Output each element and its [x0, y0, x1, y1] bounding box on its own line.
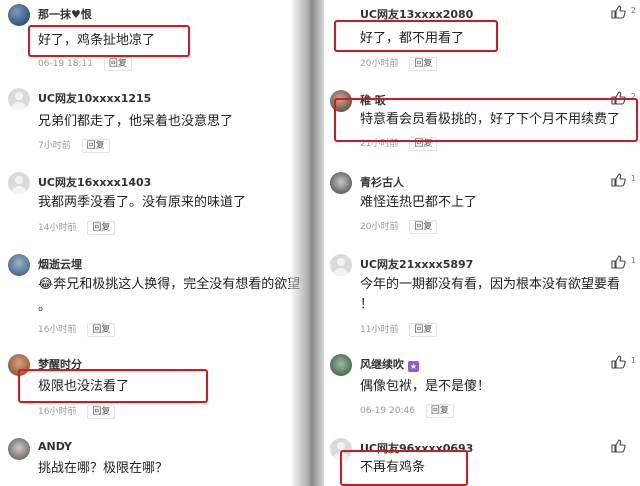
comment-item: UC网友16xxxx1403 我都两季没看了。没有原来的味道了 14小时前 回复 — [0, 168, 312, 235]
comment-text: 不再有鸡条 — [360, 460, 426, 475]
default-avatar-icon[interactable] — [330, 438, 352, 460]
comment-username[interactable]: 烟逝云埋 — [38, 256, 82, 272]
user-avatar[interactable] — [330, 90, 352, 112]
thumbs-up-icon[interactable] — [610, 172, 626, 188]
comment-meta: 20小时前 回复 — [360, 56, 438, 71]
comment-item: 那一抹♥恨 好了，鸡条扯地凉了 06-19 18:11 回复 — [0, 0, 312, 71]
thumbs-up-icon[interactable] — [610, 90, 626, 106]
comment-timestamp: 20小时前 — [360, 222, 399, 232]
comment-text-continued: 。 — [38, 299, 52, 314]
comment-text-continued: ！ — [360, 297, 374, 312]
comment-text: 我都两季没看了。没有原来的味道了 — [38, 195, 247, 210]
comment-item: 稚 昄 特意看会员看极挑的，好了下个月不用续费了 21小时前 回复 2 — [324, 86, 640, 151]
vip-badge-icon: ★ — [408, 361, 419, 372]
like-count: 2 — [630, 92, 636, 101]
comment-text: 好了，鸡条扯地凉了 — [38, 33, 156, 48]
comment-username-text: 风继续吹 — [360, 358, 404, 371]
comment-timestamp: 06-19 20:46 — [360, 406, 415, 416]
comment-meta: 06-19 20:46 回复 — [360, 404, 454, 418]
thumbs-up-icon[interactable] — [610, 354, 626, 370]
user-avatar[interactable] — [8, 354, 30, 376]
reply-button[interactable]: 回复 — [409, 57, 438, 71]
comment-text: 难怪连热巴都不上了 — [360, 195, 478, 210]
reply-button[interactable]: 回复 — [409, 137, 438, 151]
comment-username[interactable]: UC网友13xxxx2080 — [360, 6, 473, 22]
comment-item: 风继续吹 ★ 偶像包袱，是不是傻！ 06-19 20:46 回复 1 — [324, 350, 640, 418]
comment-panel-left: 那一抹♥恨 好了，鸡条扯地凉了 06-19 18:11 回复 UC网友10xxx… — [0, 0, 312, 486]
comment-username[interactable]: 稚 昄 — [360, 92, 386, 108]
like-count: 1 — [630, 256, 636, 265]
reply-button[interactable]: 回复 — [87, 323, 116, 337]
comment-meta: 21小时前 回复 — [360, 136, 438, 151]
reply-button[interactable]: 回复 — [87, 221, 116, 235]
comment-timestamp: 21小时前 — [360, 139, 399, 149]
comment-timestamp: 20小时前 — [360, 59, 399, 69]
default-avatar-icon[interactable] — [330, 254, 352, 276]
comment-text: 兄弟们都走了，他呆着也没意思了 — [38, 114, 234, 129]
comment-text: 挑战在哪？极限在哪？ — [38, 461, 169, 476]
comment-text: 偶像包袱，是不是傻！ — [360, 379, 491, 394]
comment-username[interactable]: UC网友96xxxx0693 — [360, 440, 473, 456]
comment-meta: 20小时前 回复 — [360, 219, 438, 234]
thumbs-up-icon[interactable] — [610, 4, 626, 20]
comment-text: 特意看会员看极挑的，好了下个月不用续费了 — [360, 112, 621, 127]
default-avatar-icon[interactable] — [8, 88, 30, 110]
comment-username[interactable]: UC网友16xxxx1403 — [38, 174, 151, 190]
reply-button[interactable]: 回复 — [409, 220, 438, 234]
user-avatar[interactable] — [8, 4, 30, 26]
comment-username[interactable]: 那一抹♥恨 — [38, 6, 92, 22]
comment-username[interactable]: ANDY — [38, 440, 72, 453]
comment-username[interactable]: 梦醒时分 — [38, 356, 82, 372]
comment-timestamp: 11小时前 — [360, 325, 399, 335]
comment-username[interactable]: 青衫古人 — [360, 174, 404, 190]
comment-timestamp: 14小时前 — [38, 223, 77, 233]
comment-timestamp: 16小时前 — [38, 407, 77, 417]
comment-text: 好了，都不用看了 — [360, 31, 465, 46]
comment-meta: 14小时前 回复 — [38, 220, 116, 235]
default-avatar-icon[interactable] — [8, 172, 30, 194]
comment-timestamp: 7小时前 — [38, 141, 71, 151]
reply-button[interactable]: 回复 — [425, 404, 454, 418]
reply-button[interactable]: 回复 — [81, 139, 110, 153]
comment-username[interactable]: UC网友21xxxx5897 — [360, 256, 473, 272]
comment-timestamp: 16小时前 — [38, 325, 77, 335]
comment-item: UC网友10xxxx1215 兄弟们都走了，他呆着也没意思了 7小时前 回复 — [0, 84, 312, 153]
comment-item: 烟逝云埋 😂奔兄和极挑这人换得，完全没有想看的欲望 。 16小时前 回复 — [0, 250, 312, 337]
user-avatar[interactable] — [330, 354, 352, 376]
comment-item: 青衫古人 难怪连热巴都不上了 20小时前 回复 1 — [324, 168, 640, 234]
user-avatar[interactable] — [8, 438, 30, 460]
comment-username[interactable]: 风继续吹 ★ — [360, 356, 419, 372]
comment-meta: 06-19 18:11 回复 — [38, 57, 132, 71]
comment-meta: 11小时前 回复 — [360, 322, 438, 337]
comment-meta: 7小时前 回复 — [38, 138, 110, 153]
comment-item: ANDY 挑战在哪？极限在哪？ — [0, 434, 312, 476]
reply-button[interactable]: 回复 — [87, 405, 116, 419]
user-avatar[interactable] — [8, 254, 30, 276]
comment-item: UC网友96xxxx0693 不再有鸡条 — [324, 434, 640, 475]
reply-button[interactable]: 回复 — [103, 57, 132, 71]
comment-timestamp: 06-19 18:11 — [38, 59, 93, 69]
thumbs-up-icon[interactable] — [610, 438, 626, 454]
comment-text: 😂奔兄和极挑这人换得，完全没有想看的欲望 — [38, 277, 301, 292]
comment-panel-right: UC网友13xxxx2080 好了，都不用看了 20小时前 回复 2 稚 昄 特… — [324, 0, 640, 486]
thumbs-up-icon[interactable] — [610, 254, 626, 270]
like-count: 1 — [630, 356, 636, 365]
comment-item: UC网友13xxxx2080 好了，都不用看了 20小时前 回复 2 — [324, 0, 640, 71]
comment-text: 极限也没法看了 — [38, 379, 130, 394]
comment-item: 梦醒时分 极限也没法看了 16小时前 回复 — [0, 350, 312, 419]
comment-item: UC网友21xxxx5897 今年的一期都没有看，因为根本没有欲望要看 ！ 11… — [324, 250, 640, 337]
like-count: 1 — [630, 174, 636, 183]
comment-meta: 16小时前 回复 — [38, 322, 116, 337]
like-count: 2 — [630, 6, 636, 15]
comment-text: 今年的一期都没有看，因为根本没有欲望要看 — [360, 277, 621, 292]
comment-username[interactable]: UC网友10xxxx1215 — [38, 90, 151, 106]
comment-meta: 16小时前 回复 — [38, 404, 116, 419]
reply-button[interactable]: 回复 — [409, 323, 438, 337]
user-avatar[interactable] — [330, 172, 352, 194]
